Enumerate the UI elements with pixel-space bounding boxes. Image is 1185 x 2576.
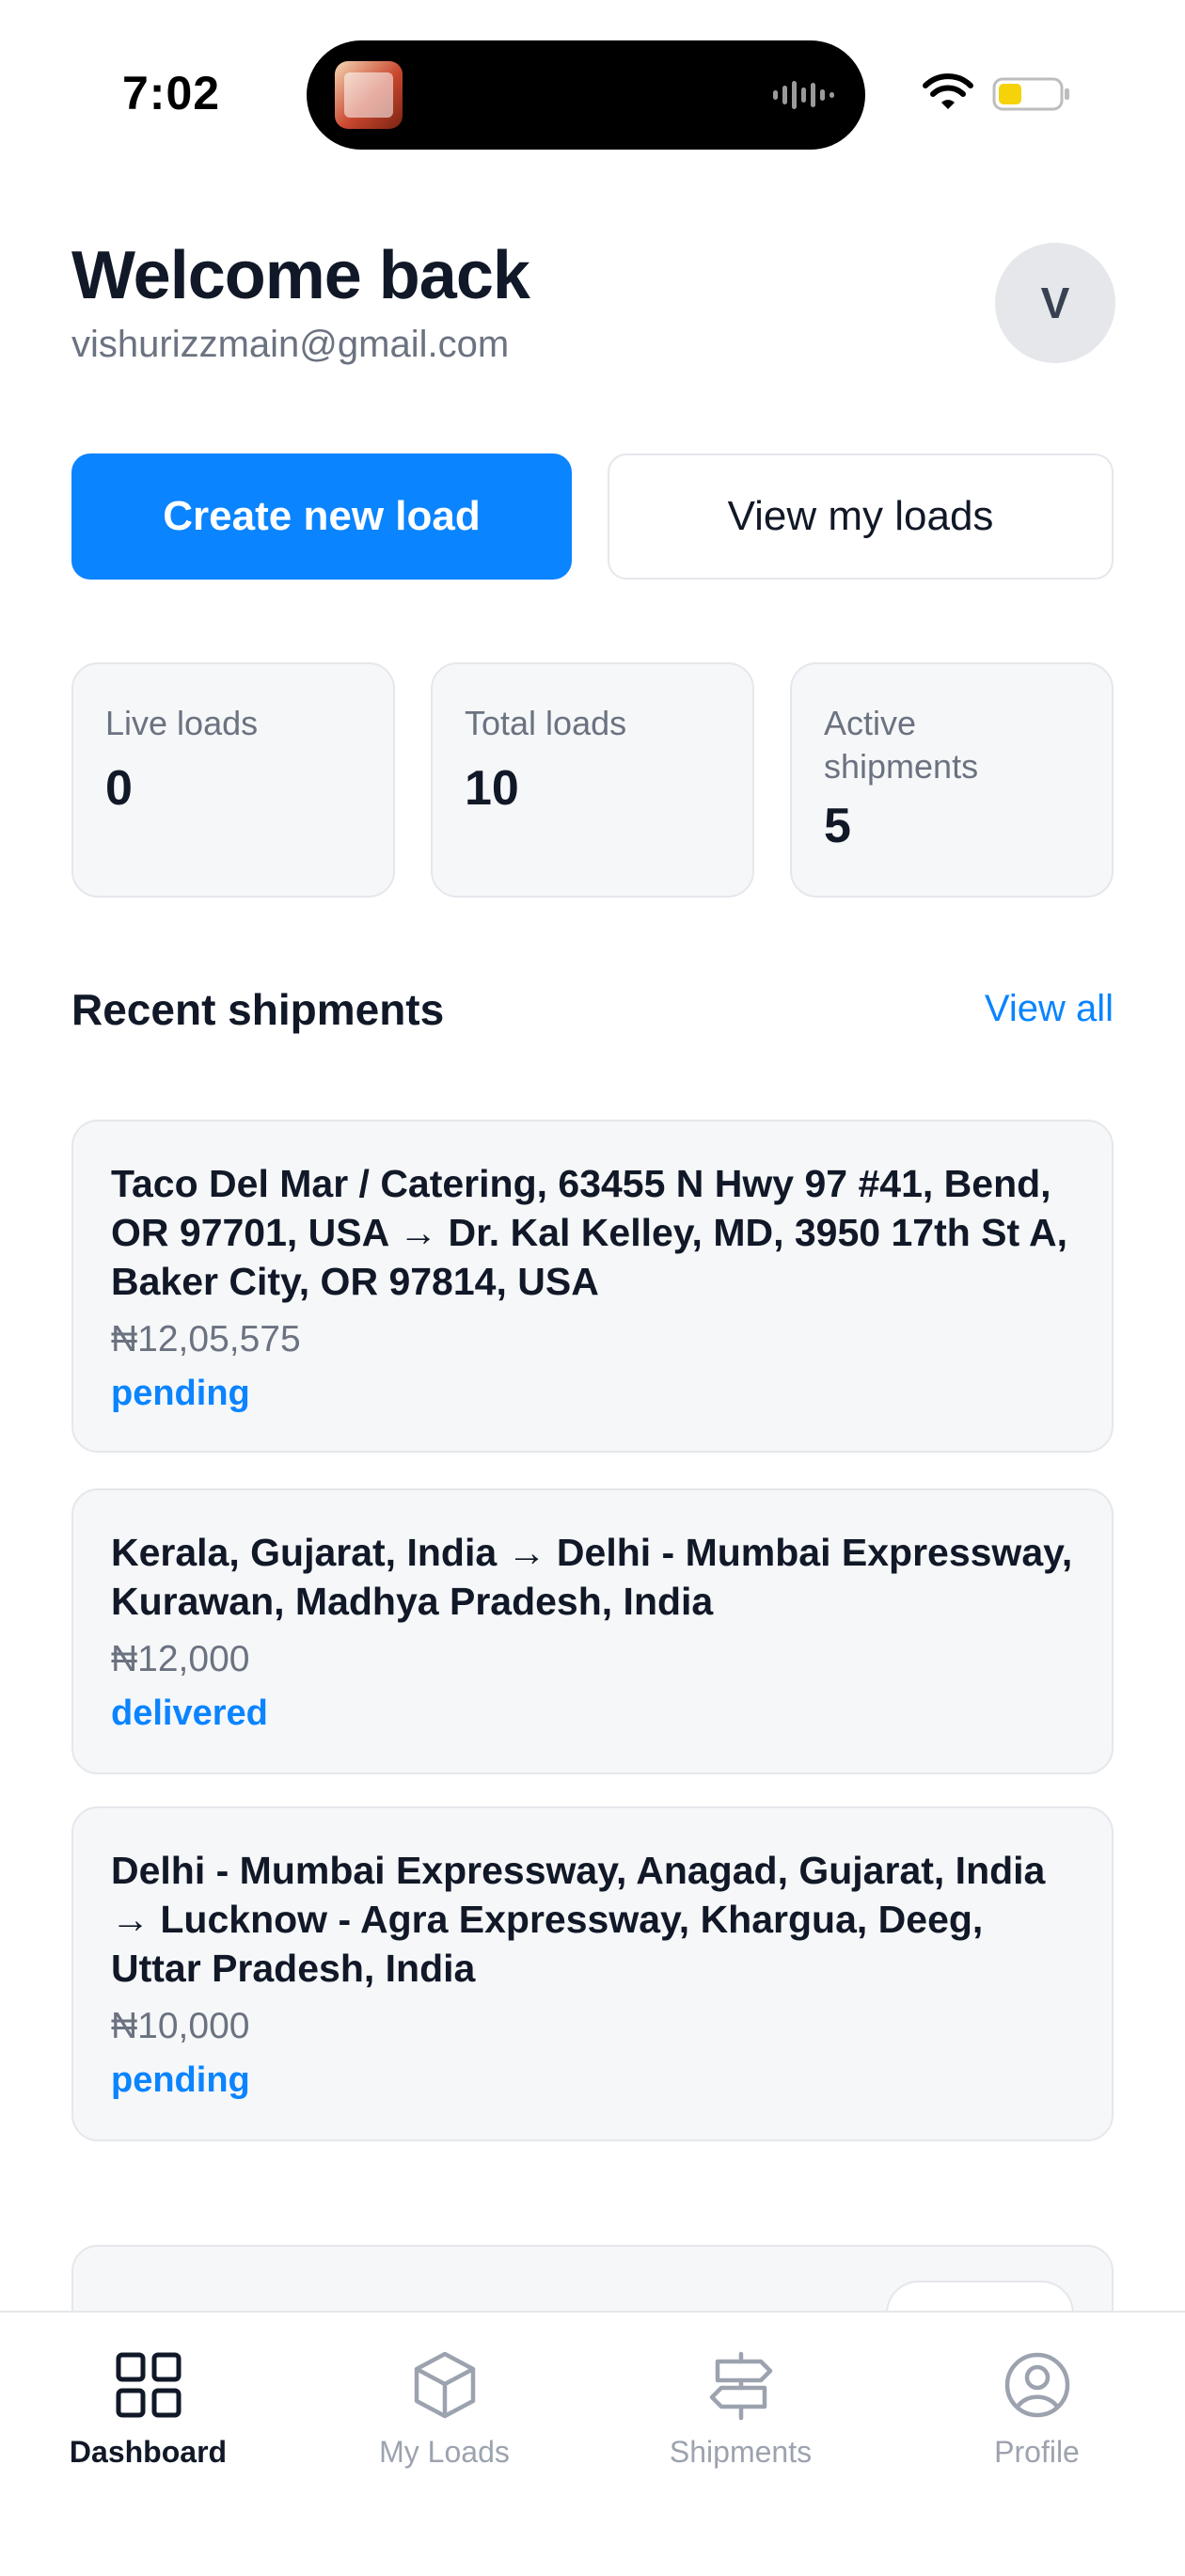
tab-bar: Dashboard My Loads Shipments Profile (0, 2311, 1185, 2576)
avatar[interactable]: V (995, 243, 1115, 363)
stat-value: 10 (465, 761, 519, 816)
shipment-route: Kerala, Gujarat, India → Delhi - Mumbai … (111, 1531, 1073, 1623)
tab-dashboard[interactable]: Dashboard (0, 2335, 296, 2504)
tab-profile[interactable]: Profile (889, 2335, 1185, 2504)
shipment-price: ₦12,000 (111, 1639, 250, 1679)
shipment-route: Taco Del Mar / Catering, 63455 N Hwy 97 … (111, 1162, 1068, 1303)
stat-label: Total loads (465, 704, 627, 742)
stat-label: Live loads (105, 704, 259, 742)
stat-value: 0 (105, 761, 133, 816)
stat-card-live-loads: Live loads 0 (71, 662, 395, 898)
audio-wave-icon (773, 81, 834, 109)
stat-card-total-loads: Total loads 10 (431, 662, 754, 898)
status-time: 7:02 (122, 67, 221, 119)
stat-card-active-shipments: Active shipments 5 (790, 662, 1114, 898)
shipment-card[interactable]: Kerala, Gujarat, India → Delhi - Mumbai … (71, 1488, 1114, 1774)
tab-label: Dashboard (69, 2435, 228, 2469)
user-email: vishurizzmain@gmail.com (71, 324, 510, 365)
signpost-icon (709, 2351, 772, 2421)
stat-value: 5 (824, 799, 851, 853)
cube-icon (414, 2351, 475, 2419)
status-bar: 7:02 (0, 0, 1185, 188)
wifi-icon (923, 73, 973, 109)
shipment-route: Delhi - Mumbai Expressway, Anagad, Gujar… (111, 1849, 1046, 1990)
page-title: Welcome back (71, 238, 530, 313)
tab-label: Profile (994, 2435, 1080, 2469)
tab-shipments[interactable]: Shipments (592, 2335, 889, 2504)
battery-icon (992, 77, 1069, 111)
user-circle-icon (1004, 2352, 1069, 2418)
shipment-price: ₦12,05,575 (111, 1319, 301, 1360)
shipment-card[interactable]: Delhi - Mumbai Expressway, Anagad, Gujar… (71, 1806, 1114, 2141)
tab-label: My Loads (379, 2435, 510, 2469)
shipment-status: pending (111, 2060, 250, 2100)
dynamic-island (307, 40, 865, 150)
view-loads-button[interactable]: View my loads (608, 453, 1114, 580)
shipment-status: delivered (111, 1693, 268, 1733)
grid-icon (116, 2352, 181, 2418)
shipment-status: pending (111, 1374, 250, 1413)
now-playing-artwork (335, 61, 403, 129)
create-load-button[interactable]: Create new load (71, 453, 572, 580)
shipment-price: ₦10,000 (111, 2006, 250, 2046)
stat-label: Active shipments (824, 704, 979, 786)
shipment-card[interactable]: Taco Del Mar / Catering, 63455 N Hwy 97 … (71, 1120, 1114, 1453)
tab-label: Shipments (669, 2435, 813, 2469)
view-all-link[interactable]: View all (985, 988, 1114, 1030)
tab-my-loads[interactable]: My Loads (296, 2335, 592, 2504)
recent-shipments-title: Recent shipments (71, 985, 445, 1034)
